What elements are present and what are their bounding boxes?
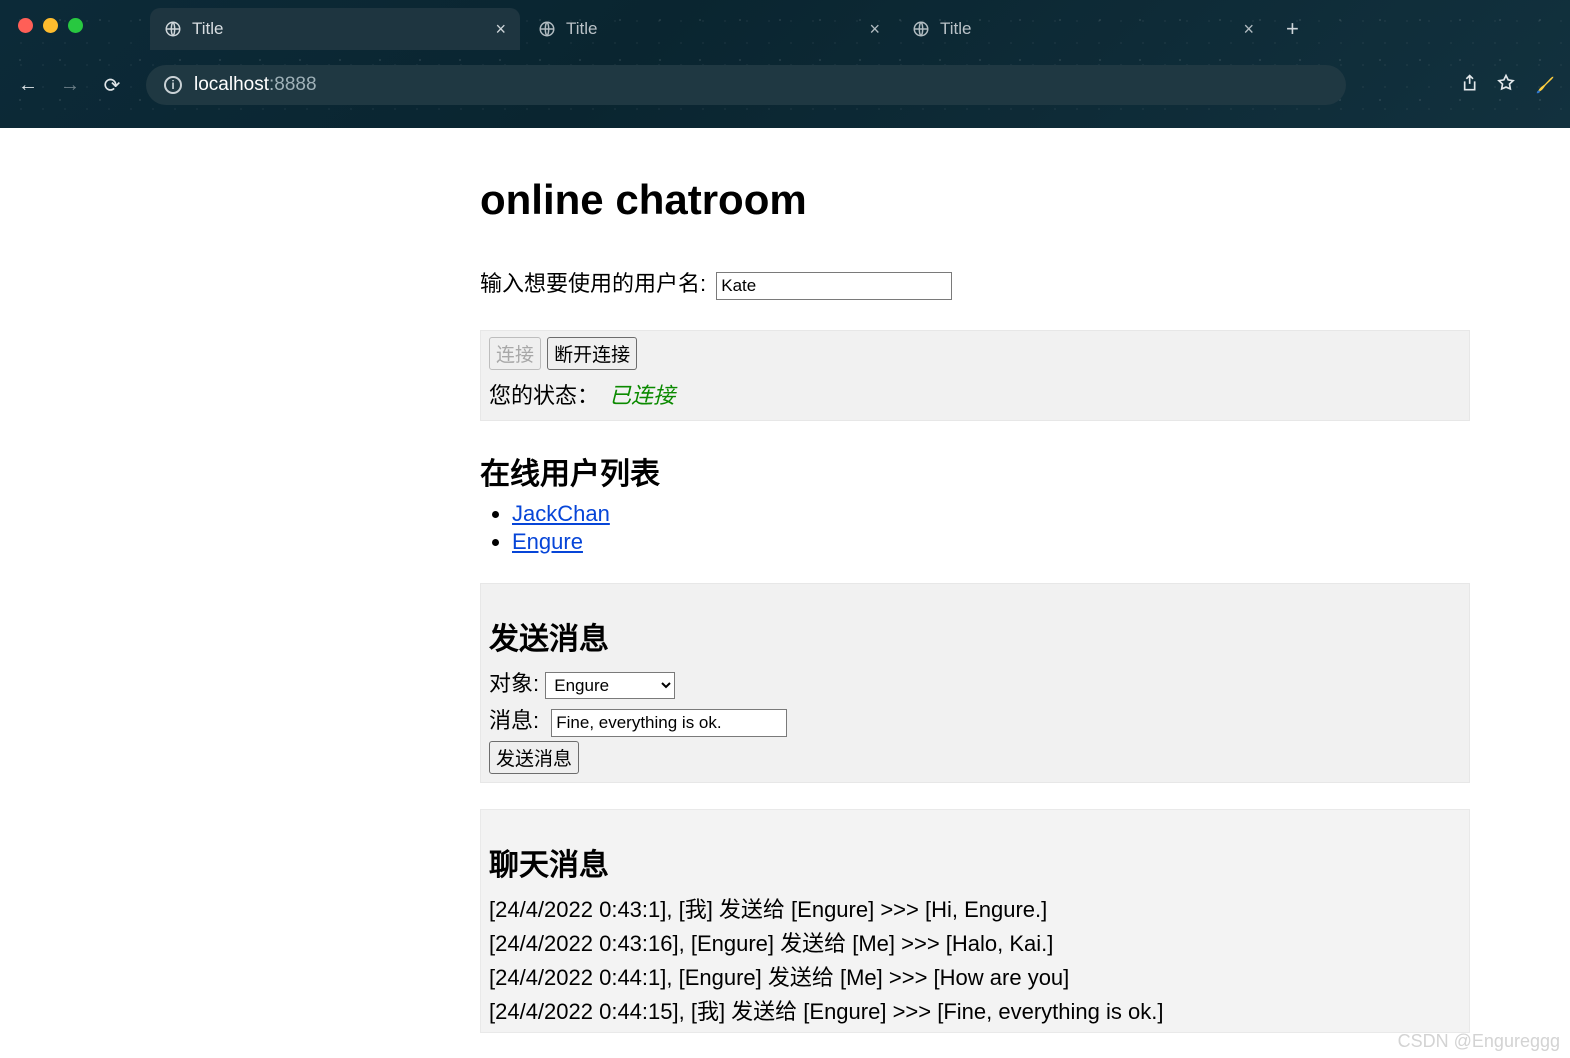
browser-tab-1[interactable]: Title × [150,8,520,50]
browser-tab-2[interactable]: Title × [524,8,894,50]
send-button[interactable]: 发送消息 [489,741,579,774]
globe-icon [912,20,930,38]
chat-message: [24/4/2022 0:44:1], [Engure] 发送给 [Me] >>… [489,960,1461,992]
bookmark-star-icon[interactable] [1496,73,1516,98]
window-minimize-button[interactable] [43,18,58,33]
tab-label: Title [192,19,224,39]
share-icon[interactable] [1458,73,1478,98]
connection-panel: 连接 断开连接 您的状态： 已连接 [480,330,1470,421]
chat-message: [24/4/2022 0:43:16], [Engure] 发送给 [Me] >… [489,926,1461,958]
tab-label: Title [566,19,598,39]
status-label: 您的状态： [489,383,599,408]
close-icon[interactable]: × [1243,19,1254,40]
reload-button[interactable]: ⟳ [98,73,126,98]
connect-button[interactable]: 连接 [489,337,541,370]
back-button[interactable]: ← [14,74,42,97]
extension-brush-icon[interactable] [1534,74,1556,96]
globe-icon [538,20,556,38]
disconnect-button[interactable]: 断开连接 [547,337,637,370]
status-value: 已连接 [609,383,675,408]
address-bar[interactable]: i localhost:8888 [146,65,1346,105]
list-item: Engure [512,529,1570,555]
online-users-list: JackChan Engure [480,501,1570,555]
user-link[interactable]: JackChan [512,501,610,526]
browser-tab-3[interactable]: Title × [898,8,1268,50]
toolbar-actions [1458,73,1556,98]
watermark: CSDN @Engureggg [1398,1031,1560,1052]
send-panel: 发送消息 对象: Engure 消息: 发送消息 [480,583,1470,783]
toolbar: ← → ⟳ i localhost:8888 [0,56,1570,114]
user-link[interactable]: Engure [512,529,583,554]
messages-panel: 聊天消息 [24/4/2022 0:43:1], [我] 发送给 [Engure… [480,809,1470,1033]
username-label: 输入想要使用的用户名: [480,271,706,296]
close-icon[interactable]: × [869,19,880,40]
message-row: 消息: [489,703,1461,737]
new-tab-button[interactable]: + [1272,16,1313,42]
send-heading: 发送消息 [489,614,1461,658]
address-host: localhost [194,74,269,95]
messages-list: [24/4/2022 0:43:1], [我] 发送给 [Engure] >>>… [489,892,1461,1026]
window-close-button[interactable] [18,18,33,33]
message-label: 消息: [489,708,539,733]
target-select[interactable]: Engure [545,672,675,699]
chat-message: [24/4/2022 0:43:1], [我] 发送给 [Engure] >>>… [489,892,1461,924]
username-input[interactable] [716,272,952,300]
status-line: 您的状态： 已连接 [489,378,1461,410]
tab-strip: Title × Title × Title × + [150,8,1313,50]
chat-heading: 聊天消息 [489,840,1461,884]
site-info-icon[interactable]: i [164,76,182,94]
browser-chrome: Title × Title × Title × + ← → ⟳ i localh… [0,0,1570,128]
chat-message: [24/4/2022 0:44:15], [我] 发送给 [Engure] >>… [489,994,1461,1026]
window-maximize-button[interactable] [68,18,83,33]
window-controls [18,18,83,33]
page-content: online chatroom 输入想要使用的用户名: 连接 断开连接 您的状态… [0,128,1570,1033]
list-item: JackChan [512,501,1570,527]
message-input[interactable] [551,709,787,737]
tab-label: Title [940,19,972,39]
close-icon[interactable]: × [495,19,506,40]
globe-icon [164,20,182,38]
target-row: 对象: Engure [489,666,1461,699]
target-label: 对象: [489,671,539,696]
address-port: :8888 [269,74,317,95]
page-title: online chatroom [480,176,1570,224]
username-row: 输入想要使用的用户名: [480,266,1570,300]
forward-button[interactable]: → [56,74,84,97]
online-users-heading: 在线用户列表 [480,449,1570,493]
